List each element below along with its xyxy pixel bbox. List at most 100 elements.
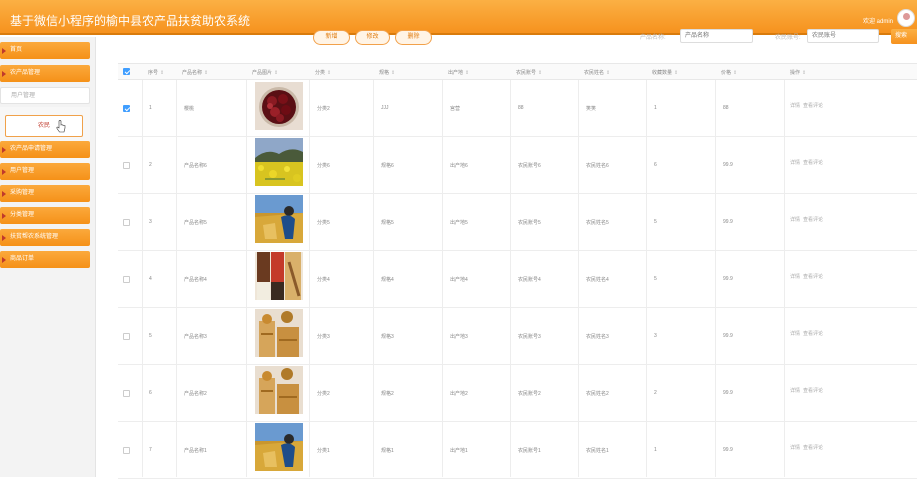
sidebar-subitem-label: 农民	[37, 123, 50, 129]
column-header[interactable]: 收藏数量 ⇕	[652, 69, 678, 76]
cell-price: 99.9	[723, 162, 733, 168]
cell-category: 分类1	[317, 448, 330, 454]
triangle-right-icon	[2, 257, 6, 263]
cell-farmer: 笑笑	[586, 106, 597, 112]
product-image[interactable]	[255, 82, 303, 130]
product-name-label: 产品名称:	[640, 35, 666, 41]
search-button[interactable]: 搜索	[891, 29, 917, 44]
cell-spec: 规格6	[381, 163, 394, 169]
sidebar-item-orders[interactable]: 商品订单	[0, 251, 90, 268]
cell-index: 2	[149, 162, 152, 168]
farmer-account-label: 农民账号:	[775, 35, 801, 41]
welcome-text: 欢迎 admin	[862, 19, 893, 25]
column-header[interactable]: 价格 ⇕	[721, 69, 737, 76]
row-checkbox[interactable]	[123, 276, 130, 283]
cell-name: 产品名称3	[184, 334, 207, 340]
column-header[interactable]: 产品名称 ⇕	[182, 69, 208, 76]
row-checkbox[interactable]	[123, 390, 130, 397]
column-header[interactable]: 规格 ⇕	[379, 69, 395, 76]
detail-link[interactable]: 详情	[790, 388, 800, 394]
cell-price: 99.9	[723, 276, 733, 282]
sidebar-item-product-apply[interactable]: 农产品申请管理	[0, 141, 90, 158]
product-image[interactable]	[255, 195, 303, 243]
detail-link[interactable]: 详情	[790, 445, 800, 451]
sidebar-item-home[interactable]: 首页	[0, 42, 90, 59]
detail-link[interactable]: 详情	[790, 160, 800, 166]
cell-name: 产品名称4	[184, 277, 207, 283]
sidebar-subitem-farmer[interactable]: 农民	[5, 115, 83, 137]
cell-category: 分类3	[317, 334, 330, 340]
cell-name: 樱桃	[184, 106, 195, 112]
product-image[interactable]	[255, 423, 303, 471]
cell-farmer: 农民姓名2	[586, 391, 609, 397]
farmer-account-input[interactable]	[807, 29, 879, 43]
sidebar-item-label: 扶贫帮农系统管理	[10, 234, 59, 240]
view-review-link[interactable]: 查看评论	[803, 160, 823, 166]
cell-fav: 2	[654, 390, 657, 396]
detail-link[interactable]: 详情	[790, 274, 800, 280]
column-header[interactable]: 出产地 ⇕	[448, 69, 469, 76]
sidebar-item-label: 农产品管理	[10, 70, 41, 76]
table-row: 6 产品名称2 分类2 规格2 出产地2 农民账号2 农民姓名2 2 99.9 …	[118, 365, 917, 422]
cell-origin: 出产地4	[450, 277, 468, 283]
select-all-checkbox[interactable]	[123, 68, 130, 75]
triangle-right-icon	[2, 235, 6, 241]
column-header[interactable]: 产品图片 ⇕	[252, 69, 278, 76]
table-row: 2 产品名称6 分类6 规格6 出产地6 农民账号6 农民姓名6 6 99.9 …	[118, 137, 917, 194]
column-header[interactable]: 序号 ⇕	[148, 69, 164, 76]
column-header[interactable]: 农民账号 ⇕	[516, 69, 542, 76]
cell-origin: 出产地5	[450, 220, 468, 226]
app-header: 基于微信小程序的榆中县农产品扶贫助农系统 欢迎 admin	[0, 0, 917, 35]
view-review-link[interactable]: 查看评论	[803, 388, 823, 394]
delete-button[interactable]: 删除	[395, 30, 432, 45]
sidebar-item-user-2[interactable]: 用户管理	[0, 163, 90, 180]
product-image[interactable]	[255, 309, 303, 357]
view-review-link[interactable]: 查看评论	[803, 103, 823, 109]
edit-button[interactable]: 修改	[355, 30, 390, 45]
sidebar-item-label: 商品订单	[10, 256, 35, 262]
cell-name: 产品名称5	[184, 220, 207, 226]
triangle-right-icon	[2, 191, 6, 197]
column-header[interactable]: 分类 ⇕	[315, 69, 331, 76]
triangle-right-icon	[2, 71, 6, 77]
add-button[interactable]: 新增	[313, 30, 350, 45]
view-review-link[interactable]: 查看评论	[803, 331, 823, 337]
cell-origin: 出产地1	[450, 448, 468, 454]
triangle-right-icon	[2, 169, 6, 175]
view-review-link[interactable]: 查看评论	[803, 274, 823, 280]
product-name-input[interactable]	[680, 29, 753, 43]
detail-link[interactable]: 详情	[790, 103, 800, 109]
cell-price: 99.9	[723, 333, 733, 339]
cell-spec: 规格1	[381, 448, 394, 454]
sidebar-item-category[interactable]: 分类管理	[0, 207, 90, 224]
sidebar-item-label: 首页	[10, 47, 23, 53]
view-review-link[interactable]: 查看评论	[803, 445, 823, 451]
product-image[interactable]	[255, 138, 303, 186]
avatar[interactable]	[897, 9, 915, 27]
sidebar-item-label: 分类管理	[10, 212, 35, 218]
row-checkbox[interactable]	[123, 162, 130, 169]
detail-link[interactable]: 详情	[790, 331, 800, 337]
row-checkbox[interactable]	[123, 219, 130, 226]
triangle-right-icon	[2, 213, 6, 219]
row-checkbox[interactable]	[123, 447, 130, 454]
cell-spec: 规格3	[381, 334, 394, 340]
product-image[interactable]	[255, 366, 303, 414]
row-actions: 详情 查看评论	[790, 330, 826, 337]
sidebar-item-purchase[interactable]: 采购管理	[0, 185, 90, 202]
product-image[interactable]	[255, 252, 303, 300]
cell-fav: 5	[654, 219, 657, 225]
cell-origin: 宫营	[450, 106, 461, 112]
row-actions: 详情 查看评论	[790, 273, 826, 280]
sidebar-item-system[interactable]: 扶贫帮农系统管理	[0, 229, 90, 246]
sidebar-item-user-open[interactable]: 用户管理	[0, 87, 90, 104]
column-header[interactable]: 农民姓名 ⇕	[584, 69, 610, 76]
row-checkbox[interactable]	[123, 105, 130, 112]
cell-spec: 规格5	[381, 220, 394, 226]
sidebar-item-product[interactable]: 农产品管理	[0, 65, 90, 82]
view-review-link[interactable]: 查看评论	[803, 217, 823, 223]
detail-link[interactable]: 详情	[790, 217, 800, 223]
cell-spec: 规格4	[381, 277, 394, 283]
row-checkbox[interactable]	[123, 333, 130, 340]
sidebar-item-label: 用户管理	[11, 93, 36, 99]
